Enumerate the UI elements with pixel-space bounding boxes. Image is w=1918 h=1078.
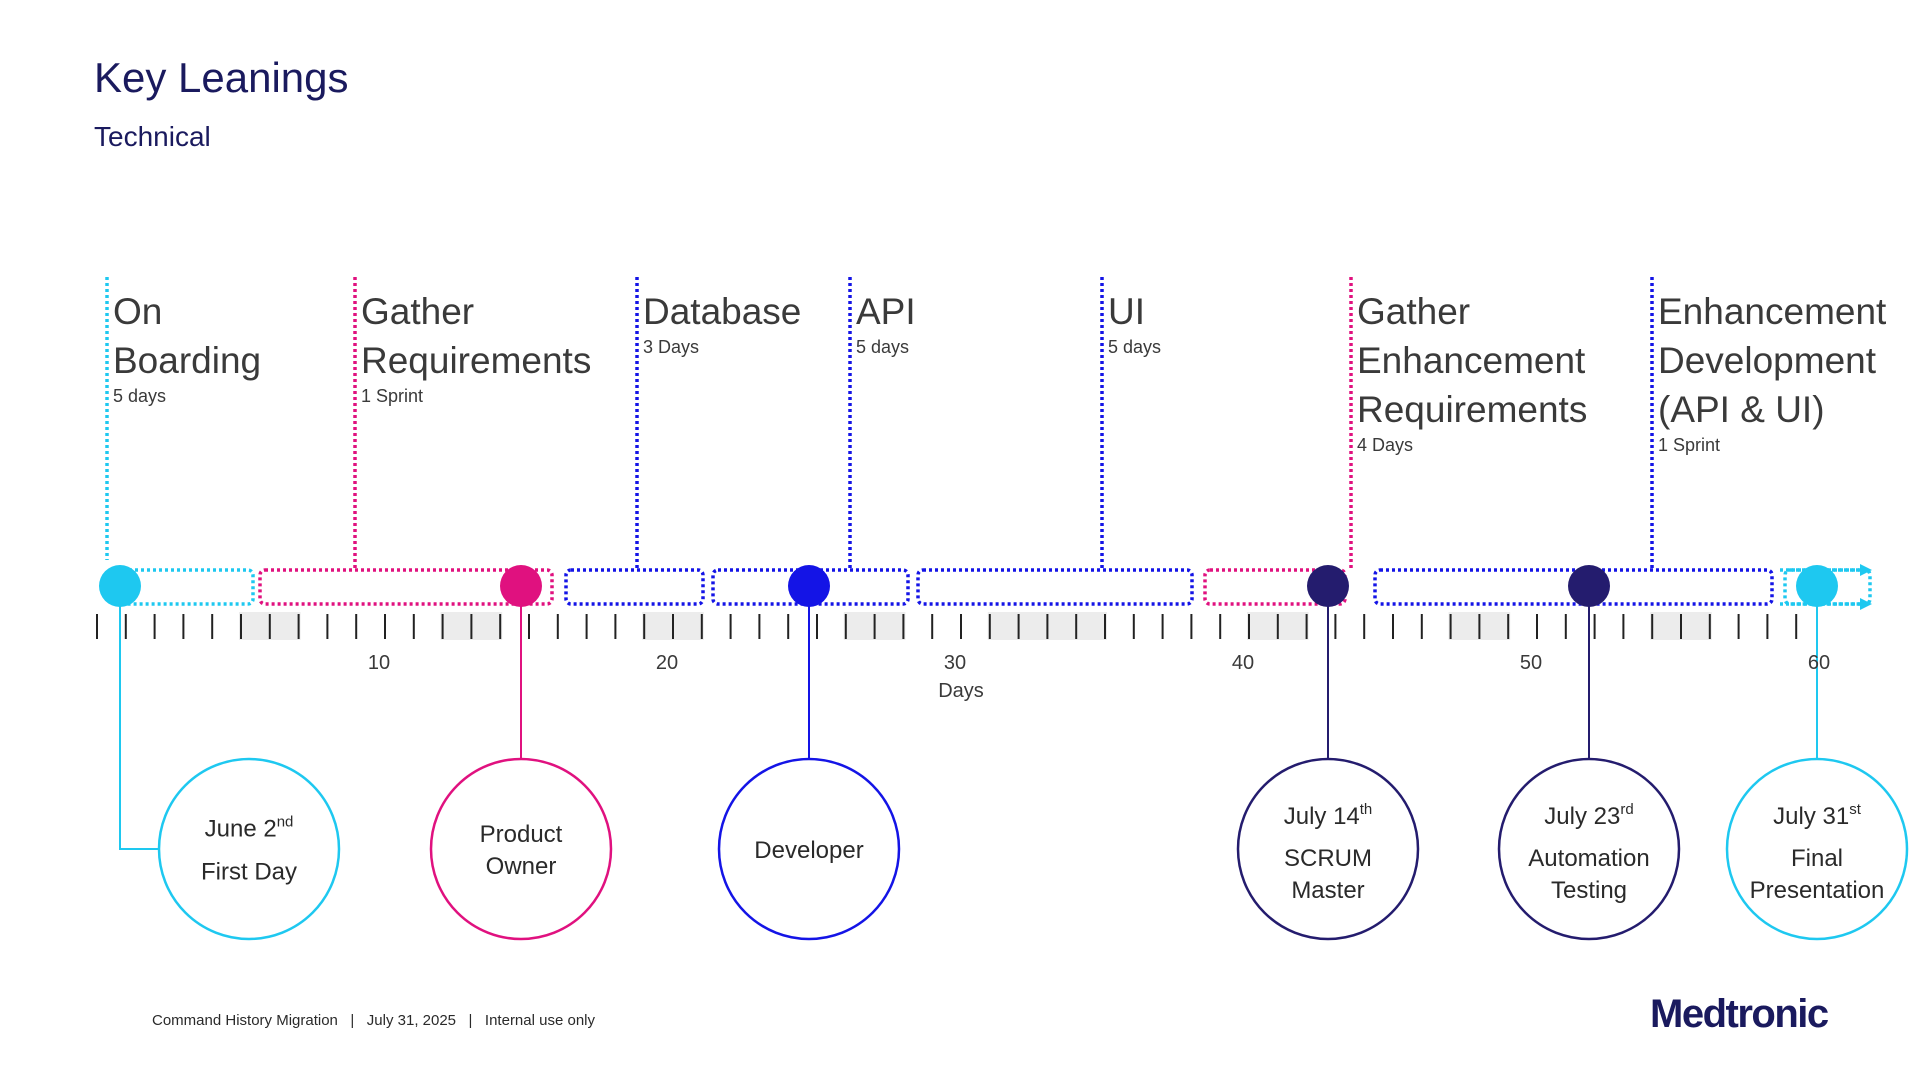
phase-title: UI	[1108, 291, 1145, 332]
phase-title: Boarding	[113, 340, 261, 381]
phase-title: Enhancement	[1658, 291, 1887, 332]
phase-title: (API & UI)	[1658, 389, 1825, 430]
phase-duration-bar	[564, 568, 705, 606]
milestone-label: Testing	[1551, 877, 1627, 904]
milestone-label: July 31st	[1773, 801, 1862, 830]
phase-duration: 3 Days	[643, 337, 699, 357]
axis-tick-label: 10	[368, 652, 390, 674]
milestone-dot	[788, 565, 830, 607]
phase-title: API	[856, 291, 916, 332]
phase-title: Development	[1658, 340, 1877, 381]
axis-label: Days	[938, 680, 984, 702]
timeline-diagram: On Boarding 5 days Gather Requirements 1 Spri…	[96, 277, 1909, 941]
phase-title: Requirements	[1357, 389, 1587, 430]
phase-title: On	[113, 291, 162, 332]
footer-text: Command History Migration | July 31, 202…	[152, 1012, 595, 1029]
milestone-dot	[1796, 565, 1838, 607]
milestone-label: First Day	[201, 859, 297, 886]
phase-duration: 5 days	[113, 386, 166, 406]
milestone-dot	[1568, 565, 1610, 607]
milestone-circle	[429, 757, 613, 941]
axis-tick-label: 60	[1808, 652, 1830, 674]
phase-duration: 5 days	[1108, 337, 1161, 357]
phase-duration: 1 Sprint	[1658, 435, 1720, 455]
milestone-label: Master	[1291, 877, 1364, 904]
milestone-label: July 23rd	[1544, 801, 1633, 830]
milestone-circle	[157, 757, 341, 941]
phase-title: Requirements	[361, 340, 591, 381]
milestone-label: Product	[480, 821, 563, 848]
phase-duration: 4 Days	[1357, 435, 1413, 455]
milestone-dot	[500, 565, 542, 607]
phase-title: Gather	[1357, 291, 1470, 332]
phase-title: Database	[643, 291, 801, 332]
arrow-head-icon	[1860, 598, 1872, 610]
milestone-label: July 14th	[1284, 801, 1373, 830]
phase-title: Enhancement	[1357, 340, 1586, 381]
milestone-label: Presentation	[1750, 877, 1885, 904]
milestone-label: Owner	[486, 853, 557, 880]
axis-tick-label: 30	[944, 652, 966, 674]
phase-duration: 1 Sprint	[361, 386, 423, 406]
milestone-label: Final	[1791, 845, 1843, 872]
phase-duration: 5 days	[856, 337, 909, 357]
milestone-label: Developer	[754, 837, 863, 864]
phase-duration-bar	[916, 568, 1194, 606]
medtronic-logo: Medtronic	[1650, 992, 1829, 1036]
milestone-label: Automation	[1528, 845, 1649, 872]
milestone-dot	[99, 565, 141, 607]
milestone-dot	[1307, 565, 1349, 607]
axis-tick-label: 20	[656, 652, 678, 674]
milestone-label: SCRUM	[1284, 845, 1372, 872]
axis-tick-label: 50	[1520, 652, 1542, 674]
arrow-head-icon	[1860, 564, 1872, 576]
axis-tick-label: 40	[1232, 652, 1254, 674]
phase-title: Gather	[361, 291, 474, 332]
